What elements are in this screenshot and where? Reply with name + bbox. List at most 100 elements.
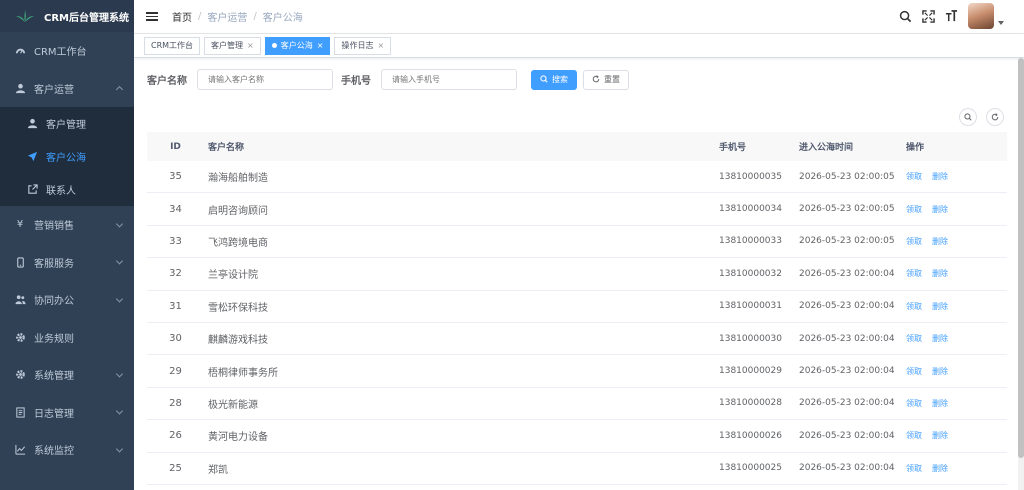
- gear-icon: [14, 331, 26, 343]
- avatar[interactable]: [968, 3, 994, 29]
- delete-link[interactable]: 删除: [932, 463, 948, 474]
- cell-id: 31: [169, 300, 182, 312]
- cell-id: 26: [169, 430, 182, 442]
- claim-link[interactable]: 领取: [906, 268, 922, 279]
- tag-customer-manage[interactable]: 客户管理 ×: [204, 36, 261, 55]
- cell-id: 33: [169, 235, 182, 247]
- cell-name: 黄河电力设备: [208, 432, 268, 444]
- header-time: 进入公海时间: [799, 143, 854, 153]
- cell-op: 领取 删除: [906, 463, 1007, 474]
- breadcrumb-customer-pool: 客户公海: [262, 13, 303, 24]
- cell-id: 29: [169, 365, 182, 377]
- sidebar-item-monitor[interactable]: 系统监控: [0, 431, 134, 469]
- close-icon[interactable]: ×: [247, 41, 254, 50]
- logo[interactable]: CRM后台管理系统: [0, 0, 134, 32]
- delete-link[interactable]: 删除: [932, 204, 948, 215]
- sidebar-item-label: 营销销售: [34, 221, 74, 233]
- table-row: 30 麒麟游戏科技 13810000030 2026-05-23 02:00:04 领取…: [147, 323, 1007, 356]
- cell-name: 麒麟游戏科技: [208, 335, 268, 347]
- sidebar-item-customer-pool[interactable]: 客户公海: [0, 140, 134, 173]
- chevron-down-icon: [115, 370, 124, 378]
- claim-link[interactable]: 领取: [906, 333, 922, 344]
- cell-phone: 13810000025: [719, 463, 782, 474]
- table-row: 33 飞鸿跨境电商 13810000033 2026-05-23 02:00:05 领取…: [147, 226, 1007, 259]
- cell-time: 2026-05-23 02:00:05: [799, 204, 895, 215]
- delete-link[interactable]: 删除: [932, 171, 948, 182]
- sidebar-item-label: 业务规则: [34, 333, 74, 345]
- cell-phone: 13810000029: [719, 366, 782, 377]
- delete-link[interactable]: 删除: [932, 268, 948, 279]
- fullscreen-icon[interactable]: [921, 9, 935, 23]
- search-button[interactable]: 搜索: [531, 69, 577, 90]
- tag-crm-workbench[interactable]: CRM工作台: [144, 36, 201, 55]
- scrollbar-thumb[interactable]: [1018, 58, 1024, 458]
- cell-name: 瀚海船舶制造: [208, 173, 268, 185]
- logo-icon: [16, 10, 34, 22]
- refresh-button[interactable]: [986, 108, 1004, 126]
- sidebar-item-crm-workbench[interactable]: CRM工作台: [0, 32, 134, 70]
- hamburger-icon[interactable]: [146, 10, 158, 23]
- phone-icon: [14, 256, 26, 268]
- delete-link[interactable]: 删除: [932, 430, 948, 441]
- sidebar-item-service[interactable]: 客服服务: [0, 244, 134, 282]
- sidebar-item-label: 系统监控: [34, 446, 74, 458]
- customer-pool-table: ID 客户名称 手机号 进入公海时间 操作 35 瀚海船舶制造 1381000003…: [147, 132, 1007, 485]
- breadcrumb: 首页 / 客户运营 / 客户公海: [172, 9, 303, 24]
- tag-operation-log[interactable]: 操作日志 ×: [334, 36, 392, 55]
- claim-link[interactable]: 领取: [906, 463, 922, 474]
- customer-name-input[interactable]: [197, 69, 333, 90]
- sidebar-item-customer-ops[interactable]: 客户运营: [0, 70, 134, 108]
- close-icon[interactable]: ×: [317, 41, 324, 50]
- breadcrumb-home[interactable]: 首页: [172, 9, 192, 24]
- search-icon[interactable]: [898, 9, 912, 23]
- caret-down-icon[interactable]: [998, 21, 1004, 25]
- phone-input[interactable]: [381, 69, 517, 90]
- sidebar-item-marketing[interactable]: ¥ 营销销售: [0, 206, 134, 244]
- phone-label: 手机号: [341, 76, 371, 87]
- sidebar-item-logs[interactable]: 日志管理: [0, 394, 134, 432]
- claim-link[interactable]: 领取: [906, 301, 922, 312]
- sidebar-item-business-rules[interactable]: 业务规则: [0, 319, 134, 357]
- chevron-up-icon: [115, 86, 124, 94]
- sidebar-item-collab[interactable]: 协同办公: [0, 281, 134, 319]
- delete-link[interactable]: 删除: [932, 236, 948, 247]
- toggle-search-button[interactable]: [959, 108, 977, 126]
- cell-time: 2026-05-23 02:00:04: [799, 430, 895, 441]
- claim-link[interactable]: 领取: [906, 204, 922, 215]
- claim-link[interactable]: 领取: [906, 171, 922, 182]
- cell-time: 2026-05-23 02:00:05: [799, 171, 895, 182]
- table-row: 32 兰亭设计院 13810000032 2026-05-23 02:00:04 领取删…: [147, 258, 1007, 291]
- breadcrumb-customer-ops: 客户运营: [207, 13, 248, 24]
- claim-link[interactable]: 领取: [906, 430, 922, 441]
- chevron-down-icon: [115, 220, 124, 228]
- sidebar-item-label: 日志管理: [34, 408, 74, 420]
- chevron-down-icon: [115, 445, 124, 453]
- claim-link[interactable]: 领取: [906, 236, 922, 247]
- dashboard-icon: [14, 45, 26, 57]
- font-size-icon[interactable]: [944, 9, 958, 23]
- header-name: 客户名称: [208, 143, 245, 153]
- cell-op: 领取 删除: [906, 204, 1007, 215]
- claim-link[interactable]: 领取: [906, 398, 922, 409]
- cell-phone: 13810000035: [719, 171, 782, 182]
- cell-time: 2026-05-23 02:00:05: [799, 236, 895, 247]
- sidebar-item-label: 客户公海: [46, 153, 86, 164]
- sidebar-item-contacts[interactable]: 联系人: [0, 173, 134, 206]
- cell-id: 30: [169, 333, 182, 345]
- delete-link[interactable]: 删除: [932, 301, 948, 312]
- cell-phone: 13810000030: [719, 333, 782, 344]
- delete-link[interactable]: 删除: [932, 333, 948, 344]
- claim-link[interactable]: 领取: [906, 366, 922, 377]
- active-dot-icon: [271, 43, 277, 48]
- tag-customer-pool[interactable]: 客户公海 ×: [264, 36, 331, 55]
- table-row: 25 郑凯 13810000025 2026-05-23 02:00:04 领取 删除: [147, 453, 1007, 485]
- reset-button[interactable]: 重置: [583, 69, 629, 90]
- sidebar-item-system[interactable]: 系统管理: [0, 356, 134, 394]
- sidebar-item-label: CRM工作台: [34, 47, 87, 59]
- sidebar-item-customer-manage[interactable]: 客户管理: [0, 107, 134, 140]
- cell-op: 领取 删除: [906, 236, 1007, 247]
- close-icon[interactable]: ×: [377, 41, 384, 50]
- sidebar-item-label: 协同办公: [34, 296, 74, 308]
- delete-link[interactable]: 删除: [932, 398, 948, 409]
- delete-link[interactable]: 删除: [932, 366, 948, 377]
